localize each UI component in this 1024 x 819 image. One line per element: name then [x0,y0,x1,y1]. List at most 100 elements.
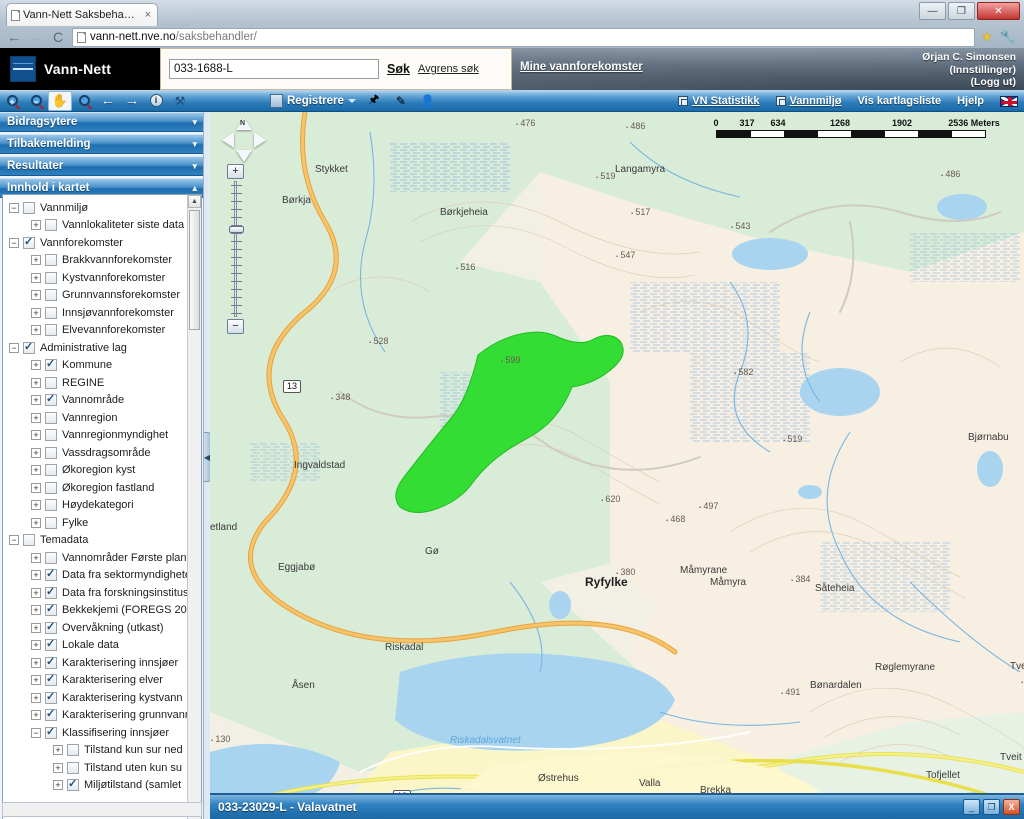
zoom-in-button[interactable]: + [227,164,244,179]
tree-node[interactable]: + Grunnvannsforekomster [5,287,189,305]
tree-node[interactable]: + Vannområder Første planfa [5,549,189,567]
layer-checkbox[interactable] [45,446,57,459]
layer-checkbox[interactable] [45,567,57,582]
tab-close-icon[interactable]: × [143,9,153,21]
zoom-track[interactable] [231,181,242,317]
user-logout-link[interactable]: (Logg ut) [922,76,1016,89]
expand-icon[interactable]: + [31,325,41,336]
panel-tilbakemelding[interactable]: Tilbakemelding ▾ [0,134,203,154]
tree-node[interactable]: − Klassifisering innsjøer [5,724,189,742]
zoom-thumb[interactable] [229,226,244,233]
back-icon[interactable]: ← [6,29,22,45]
layer-checkbox[interactable] [45,637,57,652]
tree-node[interactable]: + Vannregionmyndighet [5,427,189,445]
expand-icon[interactable]: + [31,395,41,406]
layer-checkbox[interactable] [45,324,57,337]
expand-icon[interactable]: + [31,465,41,476]
minimize-button[interactable]: — [919,2,946,20]
expand-icon[interactable]: + [31,307,41,318]
layer-checkbox[interactable] [45,481,57,494]
zoom-in-icon[interactable]: + [0,91,24,111]
tree-node[interactable]: + Tilstand uten kun su [5,759,189,777]
pan-control[interactable]: N [222,118,266,162]
expand-icon[interactable]: + [31,517,41,528]
tree-node[interactable]: + Tilstand kun sur ned [5,742,189,760]
search-input[interactable] [169,59,379,79]
expand-icon[interactable]: + [31,675,41,686]
layer-checkbox[interactable] [45,707,57,722]
collapse-icon[interactable]: − [9,237,19,248]
tree-node[interactable]: + Vannområde [5,392,189,410]
tree-node[interactable]: + Vassdragsområde [5,444,189,462]
reload-icon[interactable]: C [50,29,66,45]
tree-node[interactable]: + Bekkekjemi (FOREGS 2008 [5,602,189,620]
refine-search-link[interactable]: Avgrens søk [418,63,479,75]
expand-icon[interactable]: + [31,622,41,633]
close-button[interactable]: ✕ [977,2,1020,20]
tree-node[interactable]: + Miljøtilstand (samlet [5,777,189,795]
add-user-icon[interactable]: 👤 [416,91,440,111]
expand-icon[interactable]: + [31,587,41,598]
sidebar-bottom-scrollbar[interactable] [2,802,202,817]
tree-node[interactable]: + Data fra forskningsinstitusj [5,584,189,602]
layer-checkbox[interactable] [45,620,57,634]
layer-checkbox[interactable] [23,534,35,547]
tree-node[interactable]: + Kystvannforekomster [5,269,189,287]
status-minimize-button[interactable]: _ [963,799,980,815]
tree-node[interactable]: + Karakterisering innsjøer [5,654,189,672]
forward-icon[interactable]: → [28,29,44,45]
layer-checkbox[interactable] [23,235,35,249]
tree-node[interactable]: + Karakterisering kystvann [5,689,189,707]
tree-node[interactable]: + Elvevannforekomster [5,322,189,340]
expand-icon[interactable]: + [31,220,41,231]
wrench-menu-icon[interactable]: 🔧 [1000,29,1016,45]
expand-icon[interactable]: + [31,447,41,458]
layer-checkbox[interactable] [45,411,57,424]
scroll-up-button[interactable]: ▲ [188,195,201,208]
vn-statistikk-link[interactable]: VN Statistikk [678,95,760,107]
expand-icon[interactable]: + [31,360,41,371]
register-menu[interactable]: Registrere [270,93,356,108]
layer-checkbox[interactable] [45,376,57,389]
user-settings-link[interactable]: (Innstillinger) [922,64,1017,77]
map-viewport[interactable]: Stykket Børkja Børkjeheia Langamyra Ingvalds… [210,112,1024,819]
expand-icon[interactable]: + [53,762,63,773]
draw-pencil-icon[interactable]: ✎ [389,91,413,111]
layer-checkbox[interactable] [45,499,57,512]
next-extent-icon[interactable]: → [120,91,144,111]
tree-node[interactable]: − Vannforekomster [5,234,189,252]
layer-checkbox[interactable] [67,761,79,774]
tree-node[interactable]: + Lokale data [5,637,189,655]
expand-icon[interactable]: + [31,430,41,441]
expand-icon[interactable]: + [31,500,41,511]
layer-checkbox[interactable] [23,201,35,214]
layer-tree[interactable]: − Vannmiljø + Vannlokaliteter siste data − Va… [3,195,189,819]
panel-resultater[interactable]: Resultater ▾ [0,156,203,176]
tree-node[interactable]: + Høydekategori [5,497,189,515]
tree-node[interactable]: + Vannlokaliteter siste data [5,217,189,235]
layer-checkbox[interactable] [45,357,57,372]
panel-bidragsytere[interactable]: Bidragsytere ▾ [0,112,203,132]
status-close-button[interactable]: X [1003,799,1020,815]
layer-checkbox[interactable] [45,655,57,669]
collapse-icon[interactable]: − [9,342,19,353]
tree-node[interactable]: − Vannmiljø [5,199,189,217]
expand-icon[interactable]: + [31,255,41,266]
language-flag-icon[interactable] [1000,95,1018,107]
tree-node[interactable]: + REGINE [5,374,189,392]
layer-checkbox[interactable] [45,254,57,267]
my-water-bodies-link[interactable]: Mine vannforekomster [520,61,643,73]
expand-icon[interactable]: + [31,640,41,651]
expand-icon[interactable]: + [31,377,41,388]
tree-node[interactable]: + Kommune [5,357,189,375]
layer-checkbox[interactable] [23,340,35,354]
tree-node[interactable]: + Fylke [5,514,189,532]
expand-icon[interactable]: + [31,657,41,668]
tree-node[interactable]: + Økoregion fastland [5,479,189,497]
expand-icon[interactable]: + [31,570,41,581]
layer-checkbox[interactable] [45,551,57,564]
layer-checkbox[interactable] [45,672,57,687]
zoom-select-icon[interactable] [72,91,96,111]
layer-checkbox[interactable] [45,429,57,442]
expand-icon[interactable]: + [31,412,41,423]
